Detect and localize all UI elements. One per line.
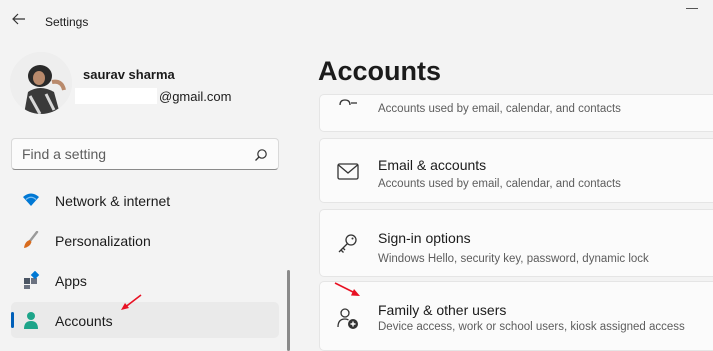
family-users-arrow [334, 282, 360, 296]
card-description: Device access, work or school users, kio… [378, 321, 685, 333]
sidebar-item-apps[interactable]: Apps [11, 262, 279, 298]
active-indicator [11, 312, 14, 328]
apps-icon [24, 271, 40, 289]
card-title: Family & other users [378, 302, 507, 318]
user-profile: saurav sharma @gmail.com [10, 52, 290, 116]
user-photo-avatar [10, 52, 72, 114]
back-button[interactable] [8, 8, 30, 30]
page-title: Accounts [318, 56, 442, 86]
accounts-nav-arrow [121, 294, 142, 310]
card-title: Sign-in options [378, 230, 471, 246]
avatar[interactable] [10, 52, 72, 114]
minimize-button[interactable] [686, 8, 698, 16]
sidebar-item-label: Apps [55, 273, 87, 289]
wifi-icon [23, 193, 39, 206]
mail-icon [337, 163, 359, 180]
app-title: Settings [45, 15, 89, 29]
card-description: Accounts used by email, calendar, and co… [378, 103, 621, 115]
sidebar-item-personalization[interactable]: Personalization [11, 222, 279, 258]
settings-card-sign-in-options[interactable]: Sign-in options Windows Hello, security … [319, 209, 713, 277]
arrow-left-icon [12, 13, 25, 25]
sidebar-item-label: Network & internet [55, 193, 171, 209]
card-description: Accounts used by email, calendar, and co… [378, 178, 621, 190]
sidebar-nav: Network & internet Personalization Apps … [11, 182, 279, 342]
card-title: Email & accounts [378, 157, 487, 173]
email-domain: @gmail.com [159, 88, 232, 104]
settings-card-family-other-users[interactable]: Family & other users Device access, work… [319, 281, 713, 351]
sidebar-item-network[interactable]: Network & internet [11, 182, 279, 218]
sidebar-item-accounts[interactable]: Accounts [11, 302, 279, 338]
paintbrush-icon [24, 231, 39, 248]
sidebar-item-label: Personalization [55, 233, 151, 249]
settings-card-email-accounts[interactable]: Email & accounts Accounts used by email,… [319, 138, 713, 203]
card-description: Windows Hello, security key, password, d… [378, 253, 649, 265]
email-redaction [75, 88, 157, 104]
sidebar-scrollbar[interactable] [287, 270, 290, 351]
add-person-icon [337, 308, 358, 329]
search-input[interactable] [22, 145, 247, 163]
sidebar-item-label: Accounts [55, 313, 113, 329]
title-bar: Settings [0, 0, 713, 40]
person-icon [24, 312, 38, 329]
search-icon[interactable] [252, 146, 270, 164]
settings-card-your-accounts[interactable]: Accounts used by email, calendar, and co… [319, 94, 713, 132]
key-icon [338, 234, 357, 253]
user-email: @gmail.com [75, 88, 231, 104]
search-box [11, 138, 279, 170]
accounts-list-icon [339, 99, 357, 106]
user-name: saurav sharma [83, 67, 175, 82]
